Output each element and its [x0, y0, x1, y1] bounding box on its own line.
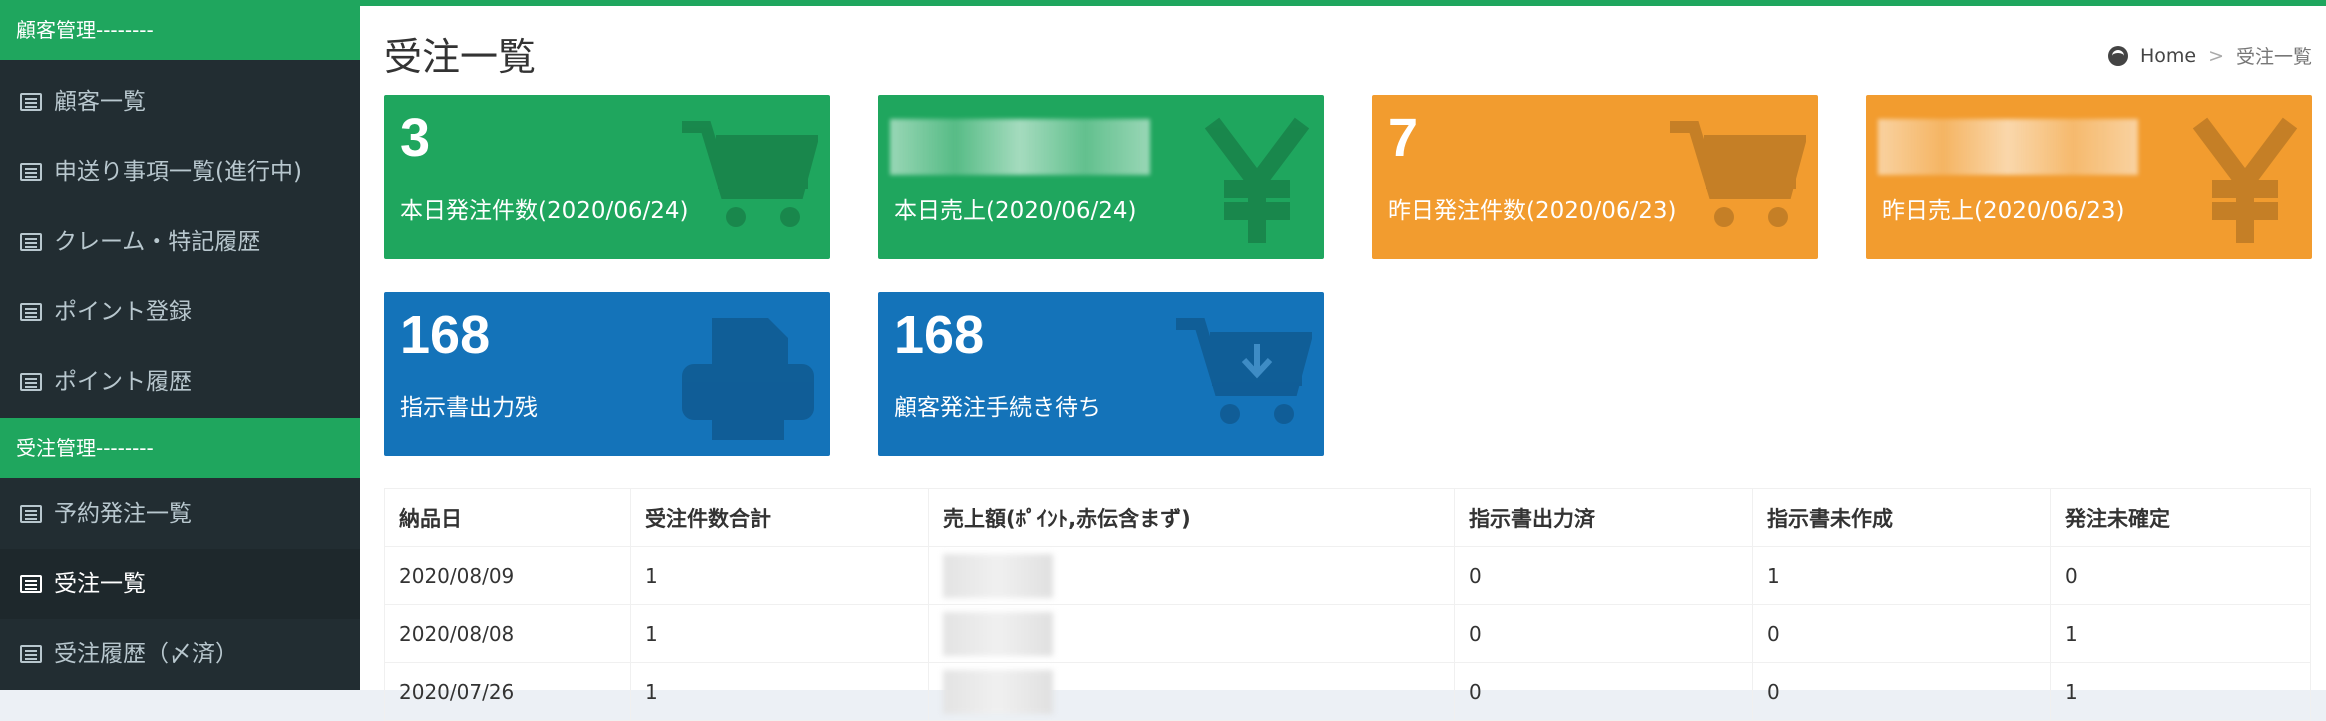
stat-label: 昨日発注件数(2020/06/23): [1388, 198, 1677, 224]
sidebar-item-point-register[interactable]: ポイント登録: [0, 277, 360, 347]
sidebar-item-point-history[interactable]: ポイント履歴: [0, 347, 360, 417]
sidebar-item-customer-list[interactable]: 顧客一覧: [0, 67, 360, 137]
list-icon: [20, 163, 42, 181]
stat-label: 本日発注件数(2020/06/24): [400, 198, 689, 224]
yen-icon: [2192, 117, 2298, 243]
list-icon: [20, 233, 42, 251]
table-row[interactable]: 2020/08/08 1 0 0 1: [384, 604, 2311, 663]
stat-box-yesterday-orders: 7 昨日発注件数(2020/06/23): [1372, 95, 1818, 259]
sidebar-item-reservations[interactable]: 予約発注一覧: [0, 479, 360, 549]
col-order-unconfirmed[interactable]: 発注未確定: [2050, 488, 2311, 547]
table-header-row: 納品日 受注件数合計 売上額(ﾎﾟｲﾝﾄ,赤伝含まず) 指示書出力済 指示書未作…: [384, 488, 2311, 547]
cart-icon: [1670, 121, 1806, 227]
stat-box-yesterday-sales: 昨日売上(2020/06/23): [1866, 95, 2312, 259]
col-order-count[interactable]: 受注件数合計: [630, 488, 929, 547]
redacted-value: [890, 119, 1150, 175]
col-instructions-printed[interactable]: 指示書出力済: [1454, 488, 1753, 547]
breadcrumb-current: 受注一覧: [2235, 46, 2312, 68]
col-delivery-date[interactable]: 納品日: [384, 488, 631, 547]
redacted-value: [1878, 119, 2138, 175]
dashboard-icon: [2107, 45, 2128, 66]
col-sales-amount[interactable]: 売上額(ﾎﾟｲﾝﾄ,赤伝含まず): [928, 488, 1455, 547]
page-title: 受注一覧: [384, 35, 537, 79]
stat-value: 168: [400, 305, 491, 365]
list-icon: [20, 93, 42, 111]
main-content: 受注一覧 Home > 受注一覧 3 本日発注件数(2020/06/24) 本日…: [360, 6, 2326, 721]
redacted-cell: [928, 604, 1455, 663]
printer-icon: [682, 318, 814, 440]
stat-box-customer-pending: 168 顧客発注手続き待ち: [878, 292, 1324, 456]
stat-box-today-sales: 本日売上(2020/06/24): [878, 95, 1324, 259]
stat-value: 3: [400, 108, 431, 168]
sidebar-item-handover[interactable]: 申送り事項一覧(進行中): [0, 137, 360, 207]
col-instructions-unmade[interactable]: 指示書未作成: [1752, 488, 2051, 547]
sidebar-item-order-list[interactable]: 受注一覧: [0, 549, 360, 619]
stat-label: 顧客発注手続き待ち: [894, 395, 1101, 421]
stat-label: 指示書出力残: [400, 395, 538, 421]
sidebar-section-orders: 受注管理--------: [0, 418, 360, 478]
breadcrumb: Home > 受注一覧: [2107, 42, 2312, 69]
stat-box-instructions-remaining: 168 指示書出力残: [384, 292, 830, 456]
table-row[interactable]: 2020/07/26 1 0 0 1: [384, 662, 2311, 721]
breadcrumb-home[interactable]: Home: [2140, 45, 2196, 67]
list-icon: [20, 575, 42, 593]
stat-value: 168: [894, 305, 985, 365]
yen-icon: [1204, 117, 1310, 243]
cart-download-icon: [1176, 318, 1312, 424]
stat-label: 本日売上(2020/06/24): [894, 198, 1137, 224]
order-summary-table: 納品日 受注件数合計 売上額(ﾎﾟｲﾝﾄ,赤伝含まず) 指示書出力済 指示書未作…: [384, 488, 2311, 721]
sidebar-section-customer: 顧客管理--------: [0, 0, 360, 60]
breadcrumb-separator: >: [2208, 44, 2224, 67]
list-icon: [20, 303, 42, 321]
sidebar-item-order-history[interactable]: 受注履歴（〆済）: [0, 619, 360, 689]
cart-icon: [682, 121, 818, 227]
stat-label: 昨日売上(2020/06/23): [1882, 198, 2125, 224]
list-icon: [20, 505, 42, 523]
redacted-cell: [928, 662, 1455, 721]
sidebar-item-claims[interactable]: クレーム・特記履歴: [0, 207, 360, 277]
table-row[interactable]: 2020/08/09 1 0 1 0: [384, 546, 2311, 605]
stat-value: 7: [1388, 108, 1419, 168]
stat-box-today-orders: 3 本日発注件数(2020/06/24): [384, 95, 830, 259]
sidebar: 顧客管理-------- 顧客一覧 申送り事項一覧(進行中) クレーム・特記履歴…: [0, 0, 360, 690]
list-icon: [20, 645, 42, 663]
list-icon: [20, 373, 42, 391]
redacted-cell: [928, 546, 1455, 605]
